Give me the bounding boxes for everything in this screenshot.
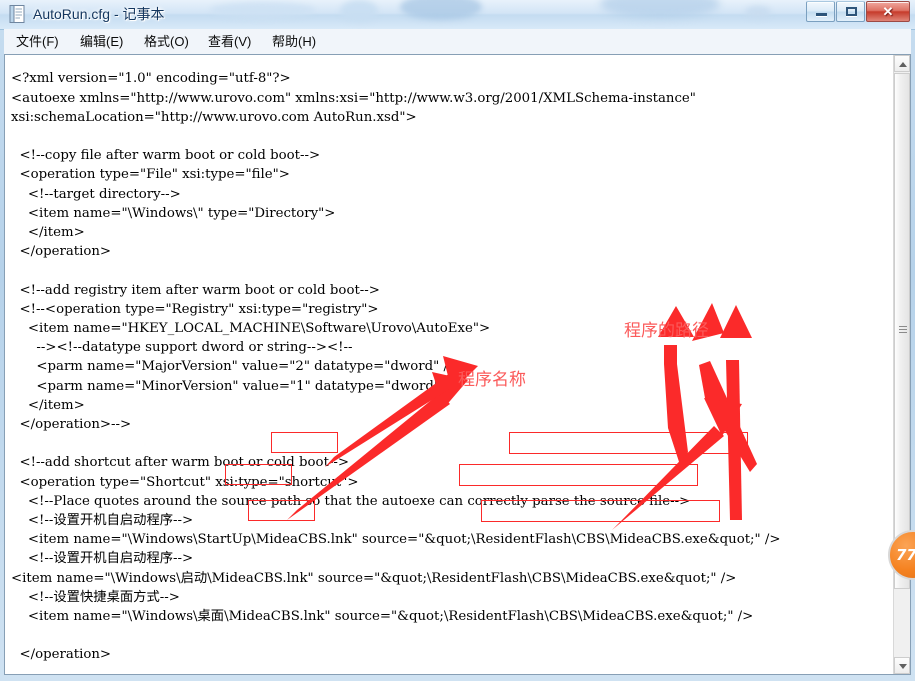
text-editor[interactable]: <?xml version="1.0" encoding="utf-8"?> <… — [6, 56, 890, 673]
aero-reflection — [400, 0, 482, 20]
menu-item-view[interactable]: 查看(V) — [204, 33, 255, 51]
maximize-button[interactable] — [836, 1, 865, 22]
scrollbar-grip-icon — [899, 326, 907, 333]
notepad-window: AutoRun.cfg - 记事本 ✕ 文件(F) 编辑(E) 格式(O) 查看… — [0, 0, 915, 681]
scrollbar-thumb[interactable] — [894, 73, 910, 589]
window-title: AutoRun.cfg - 记事本 — [33, 6, 165, 22]
menu-item-format[interactable]: 格式(O) — [140, 33, 193, 51]
menu-item-edit[interactable]: 编辑(E) — [76, 33, 127, 51]
chevron-down-icon — [899, 664, 907, 669]
menu-item-file[interactable]: 文件(F) — [12, 33, 63, 51]
menu-bar: 文件(F) 编辑(E) 格式(O) 查看(V) 帮助(H) — [4, 29, 911, 55]
close-button[interactable]: ✕ — [866, 1, 910, 22]
chevron-up-icon — [899, 62, 907, 67]
scroll-up-button[interactable] — [894, 55, 910, 72]
xml-source-text[interactable]: <?xml version="1.0" encoding="utf-8"?> <… — [11, 69, 781, 673]
maximize-icon — [846, 7, 857, 16]
close-icon: ✕ — [882, 4, 894, 19]
vertical-scrollbar[interactable] — [893, 55, 910, 674]
aero-reflection — [745, 6, 771, 18]
aero-reflection — [600, 0, 720, 18]
minimize-button[interactable] — [806, 1, 835, 22]
menu-item-help[interactable]: 帮助(H) — [268, 33, 320, 51]
minimize-icon — [816, 13, 827, 16]
title-bar[interactable]: AutoRun.cfg - 记事本 ✕ — [0, 0, 915, 30]
aero-reflection — [210, 2, 315, 18]
watermark-text: 77 — [896, 546, 915, 564]
client-area: <?xml version="1.0" encoding="utf-8"?> <… — [4, 54, 911, 675]
aero-reflection — [340, 0, 378, 22]
scroll-down-button[interactable] — [894, 657, 910, 674]
notepad-icon — [9, 5, 26, 23]
